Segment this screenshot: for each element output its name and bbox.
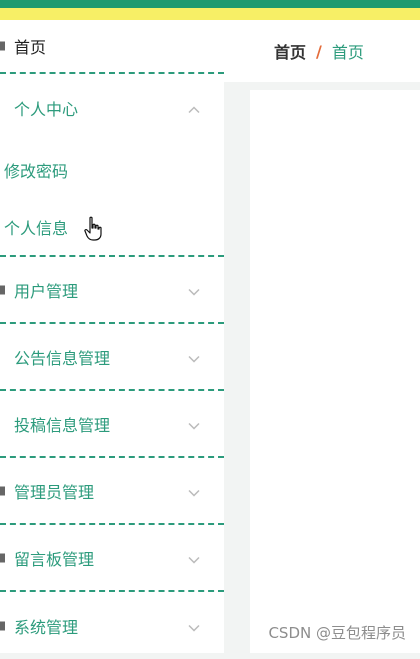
message-icon: [0, 553, 5, 562]
sidebar: 首页 个人中心 修改密码 个人信息 用户管理 公告信息管理 投稿信息管理 管理员…: [0, 20, 224, 653]
home-icon: [0, 41, 5, 51]
chevron-down-icon: [188, 481, 200, 500]
sidebar-item-submission-management[interactable]: 投稿信息管理: [0, 391, 224, 458]
sidebar-subitem-label: 个人信息: [4, 218, 69, 238]
admin-icon: [0, 486, 5, 495]
sidebar-item-label: 系统管理: [14, 617, 79, 637]
sidebar-item-label: 个人中心: [14, 99, 79, 119]
chevron-down-icon: [188, 616, 200, 635]
submenu-personal-center: 修改密码 个人信息: [0, 141, 224, 257]
sidebar-item-label: 投稿信息管理: [14, 415, 111, 435]
users-icon: [0, 285, 5, 294]
main-area: 首页 / 首页 CSDN @豆包程序员: [224, 20, 420, 653]
sidebar-item-home[interactable]: 首页: [0, 20, 224, 74]
sidebar-item-personal-center[interactable]: 个人中心: [0, 74, 224, 141]
breadcrumb: 首页 / 首页: [224, 20, 420, 82]
sidebar-subitem-label: 修改密码: [4, 161, 69, 181]
top-banner: [0, 0, 420, 20]
watermark: CSDN @豆包程序员: [268, 624, 406, 642]
sidebar-item-admin-management[interactable]: 管理员管理: [0, 458, 224, 525]
breadcrumb-current: 首页: [331, 43, 364, 62]
breadcrumb-separator: /: [316, 41, 322, 61]
chevron-down-icon: [188, 414, 200, 433]
sidebar-item-label: 留言板管理: [14, 549, 95, 569]
sidebar-item-system-management[interactable]: 系统管理: [0, 592, 224, 659]
sidebar-subitem-personal-info[interactable]: 个人信息: [0, 198, 224, 255]
sidebar-item-label: 首页: [14, 38, 47, 57]
sidebar-item-label: 用户管理: [14, 281, 79, 301]
top-banner-yellow: [0, 8, 420, 20]
settings-icon: [0, 621, 5, 630]
sidebar-subitem-change-password[interactable]: 修改密码: [0, 141, 224, 198]
sidebar-item-label: 公告信息管理: [14, 348, 111, 368]
hand-cursor-icon: [84, 216, 102, 246]
top-banner-green: [0, 0, 420, 8]
sidebar-item-user-management[interactable]: 用户管理: [0, 257, 224, 324]
sidebar-item-label: 管理员管理: [14, 482, 95, 502]
content-area: [250, 90, 420, 653]
sidebar-item-notice-management[interactable]: 公告信息管理: [0, 324, 224, 391]
chevron-down-icon: [188, 347, 200, 366]
chevron-down-icon: [188, 548, 200, 567]
sidebar-item-message-board[interactable]: 留言板管理: [0, 525, 224, 592]
breadcrumb-home[interactable]: 首页: [274, 39, 306, 63]
chevron-up-icon: [188, 98, 200, 117]
chevron-down-icon: [188, 280, 200, 299]
